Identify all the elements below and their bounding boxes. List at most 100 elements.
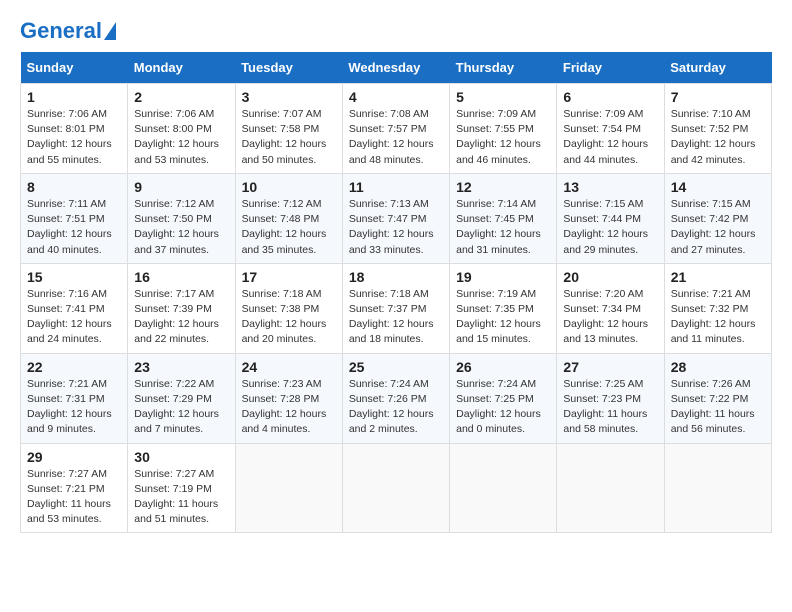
table-row: 12 Sunrise: 7:14 AMSunset: 7:45 PMDaylig… <box>450 173 557 263</box>
table-row: 4 Sunrise: 7:08 AMSunset: 7:57 PMDayligh… <box>342 84 449 174</box>
day-number: 3 <box>242 89 336 105</box>
table-row: 16 Sunrise: 7:17 AMSunset: 7:39 PMDaylig… <box>128 263 235 353</box>
day-info: Sunrise: 7:23 AMSunset: 7:28 PMDaylight:… <box>242 377 336 438</box>
table-row <box>235 443 342 533</box>
header-saturday: Saturday <box>664 52 771 84</box>
day-number: 13 <box>563 179 657 195</box>
day-info: Sunrise: 7:12 AMSunset: 7:48 PMDaylight:… <box>242 197 336 258</box>
day-number: 18 <box>349 269 443 285</box>
day-number: 8 <box>27 179 121 195</box>
table-row <box>450 443 557 533</box>
day-info: Sunrise: 7:24 AMSunset: 7:25 PMDaylight:… <box>456 377 550 438</box>
page-header: General <box>20 20 772 42</box>
table-row: 15 Sunrise: 7:16 AMSunset: 7:41 PMDaylig… <box>21 263 128 353</box>
header-thursday: Thursday <box>450 52 557 84</box>
day-info: Sunrise: 7:14 AMSunset: 7:45 PMDaylight:… <box>456 197 550 258</box>
day-number: 5 <box>456 89 550 105</box>
day-info: Sunrise: 7:27 AMSunset: 7:21 PMDaylight:… <box>27 467 121 528</box>
table-row: 7 Sunrise: 7:10 AMSunset: 7:52 PMDayligh… <box>664 84 771 174</box>
day-info: Sunrise: 7:19 AMSunset: 7:35 PMDaylight:… <box>456 287 550 348</box>
day-info: Sunrise: 7:11 AMSunset: 7:51 PMDaylight:… <box>27 197 121 258</box>
day-number: 24 <box>242 359 336 375</box>
day-number: 26 <box>456 359 550 375</box>
table-row: 22 Sunrise: 7:21 AMSunset: 7:31 PMDaylig… <box>21 353 128 443</box>
day-info: Sunrise: 7:12 AMSunset: 7:50 PMDaylight:… <box>134 197 228 258</box>
day-number: 11 <box>349 179 443 195</box>
day-number: 4 <box>349 89 443 105</box>
day-number: 29 <box>27 449 121 465</box>
day-number: 30 <box>134 449 228 465</box>
day-info: Sunrise: 7:06 AMSunset: 8:00 PMDaylight:… <box>134 107 228 168</box>
table-row: 10 Sunrise: 7:12 AMSunset: 7:48 PMDaylig… <box>235 173 342 263</box>
table-row: 20 Sunrise: 7:20 AMSunset: 7:34 PMDaylig… <box>557 263 664 353</box>
calendar-header-row: SundayMondayTuesdayWednesdayThursdayFrid… <box>21 52 772 84</box>
day-info: Sunrise: 7:24 AMSunset: 7:26 PMDaylight:… <box>349 377 443 438</box>
day-number: 15 <box>27 269 121 285</box>
day-number: 12 <box>456 179 550 195</box>
day-number: 10 <box>242 179 336 195</box>
day-number: 21 <box>671 269 765 285</box>
table-row: 17 Sunrise: 7:18 AMSunset: 7:38 PMDaylig… <box>235 263 342 353</box>
header-friday: Friday <box>557 52 664 84</box>
day-number: 20 <box>563 269 657 285</box>
header-tuesday: Tuesday <box>235 52 342 84</box>
table-row: 13 Sunrise: 7:15 AMSunset: 7:44 PMDaylig… <box>557 173 664 263</box>
table-row: 26 Sunrise: 7:24 AMSunset: 7:25 PMDaylig… <box>450 353 557 443</box>
day-info: Sunrise: 7:21 AMSunset: 7:32 PMDaylight:… <box>671 287 765 348</box>
day-info: Sunrise: 7:27 AMSunset: 7:19 PMDaylight:… <box>134 467 228 528</box>
table-row: 27 Sunrise: 7:25 AMSunset: 7:23 PMDaylig… <box>557 353 664 443</box>
day-info: Sunrise: 7:21 AMSunset: 7:31 PMDaylight:… <box>27 377 121 438</box>
table-row: 11 Sunrise: 7:13 AMSunset: 7:47 PMDaylig… <box>342 173 449 263</box>
day-number: 25 <box>349 359 443 375</box>
table-row: 30 Sunrise: 7:27 AMSunset: 7:19 PMDaylig… <box>128 443 235 533</box>
day-number: 27 <box>563 359 657 375</box>
day-info: Sunrise: 7:08 AMSunset: 7:57 PMDaylight:… <box>349 107 443 168</box>
day-number: 7 <box>671 89 765 105</box>
day-info: Sunrise: 7:09 AMSunset: 7:54 PMDaylight:… <box>563 107 657 168</box>
table-row: 19 Sunrise: 7:19 AMSunset: 7:35 PMDaylig… <box>450 263 557 353</box>
header-wednesday: Wednesday <box>342 52 449 84</box>
table-row: 28 Sunrise: 7:26 AMSunset: 7:22 PMDaylig… <box>664 353 771 443</box>
logo-text: General <box>20 20 102 42</box>
table-row <box>557 443 664 533</box>
day-info: Sunrise: 7:18 AMSunset: 7:37 PMDaylight:… <box>349 287 443 348</box>
calendar-table: SundayMondayTuesdayWednesdayThursdayFrid… <box>20 52 772 533</box>
table-row: 21 Sunrise: 7:21 AMSunset: 7:32 PMDaylig… <box>664 263 771 353</box>
table-row <box>664 443 771 533</box>
day-info: Sunrise: 7:15 AMSunset: 7:44 PMDaylight:… <box>563 197 657 258</box>
header-monday: Monday <box>128 52 235 84</box>
day-number: 17 <box>242 269 336 285</box>
logo: General <box>20 20 116 42</box>
calendar-week-row: 29 Sunrise: 7:27 AMSunset: 7:21 PMDaylig… <box>21 443 772 533</box>
table-row: 8 Sunrise: 7:11 AMSunset: 7:51 PMDayligh… <box>21 173 128 263</box>
day-number: 14 <box>671 179 765 195</box>
table-row: 2 Sunrise: 7:06 AMSunset: 8:00 PMDayligh… <box>128 84 235 174</box>
calendar-week-row: 8 Sunrise: 7:11 AMSunset: 7:51 PMDayligh… <box>21 173 772 263</box>
logo-arrow-icon <box>104 22 116 40</box>
table-row: 9 Sunrise: 7:12 AMSunset: 7:50 PMDayligh… <box>128 173 235 263</box>
header-sunday: Sunday <box>21 52 128 84</box>
day-info: Sunrise: 7:13 AMSunset: 7:47 PMDaylight:… <box>349 197 443 258</box>
day-info: Sunrise: 7:25 AMSunset: 7:23 PMDaylight:… <box>563 377 657 438</box>
table-row: 18 Sunrise: 7:18 AMSunset: 7:37 PMDaylig… <box>342 263 449 353</box>
table-row: 14 Sunrise: 7:15 AMSunset: 7:42 PMDaylig… <box>664 173 771 263</box>
calendar-week-row: 22 Sunrise: 7:21 AMSunset: 7:31 PMDaylig… <box>21 353 772 443</box>
day-info: Sunrise: 7:18 AMSunset: 7:38 PMDaylight:… <box>242 287 336 348</box>
day-info: Sunrise: 7:17 AMSunset: 7:39 PMDaylight:… <box>134 287 228 348</box>
day-number: 6 <box>563 89 657 105</box>
day-info: Sunrise: 7:06 AMSunset: 8:01 PMDaylight:… <box>27 107 121 168</box>
table-row <box>342 443 449 533</box>
day-info: Sunrise: 7:22 AMSunset: 7:29 PMDaylight:… <box>134 377 228 438</box>
table-row: 29 Sunrise: 7:27 AMSunset: 7:21 PMDaylig… <box>21 443 128 533</box>
day-info: Sunrise: 7:09 AMSunset: 7:55 PMDaylight:… <box>456 107 550 168</box>
day-number: 19 <box>456 269 550 285</box>
day-info: Sunrise: 7:26 AMSunset: 7:22 PMDaylight:… <box>671 377 765 438</box>
day-info: Sunrise: 7:16 AMSunset: 7:41 PMDaylight:… <box>27 287 121 348</box>
day-info: Sunrise: 7:10 AMSunset: 7:52 PMDaylight:… <box>671 107 765 168</box>
calendar-week-row: 15 Sunrise: 7:16 AMSunset: 7:41 PMDaylig… <box>21 263 772 353</box>
day-number: 9 <box>134 179 228 195</box>
day-number: 28 <box>671 359 765 375</box>
table-row: 6 Sunrise: 7:09 AMSunset: 7:54 PMDayligh… <box>557 84 664 174</box>
day-number: 16 <box>134 269 228 285</box>
calendar-week-row: 1 Sunrise: 7:06 AMSunset: 8:01 PMDayligh… <box>21 84 772 174</box>
